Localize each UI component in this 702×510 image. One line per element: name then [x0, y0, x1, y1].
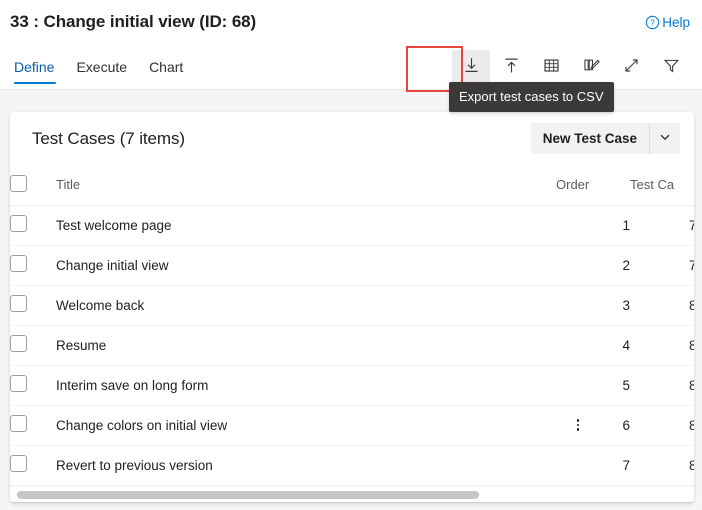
test-cases-grid[interactable]: Title Order Test Ca Test welcome page 1 …: [10, 165, 694, 487]
row-select-cell: [10, 325, 56, 366]
row-checkbox[interactable]: [10, 455, 27, 472]
funnel-icon: [662, 56, 681, 78]
expand-button[interactable]: [612, 50, 650, 84]
row-order-value: 1: [622, 217, 630, 233]
table-header: Title Order Test Ca: [10, 165, 694, 206]
tab-chart-label: Chart: [149, 58, 184, 75]
question-circle-icon: ?: [645, 15, 660, 30]
tab-chart[interactable]: Chart: [138, 44, 194, 89]
row-select-cell: [10, 405, 56, 446]
row-overflow-menu-button[interactable]: [570, 414, 586, 436]
row-testcase-id: 82: [630, 365, 694, 406]
table-body: Test welcome page 1 76 Change initial vi…: [10, 205, 694, 486]
new-test-case-dropdown-button[interactable]: [650, 123, 680, 154]
row-order-cell: 6: [556, 405, 630, 446]
row-order-cell: 5: [556, 365, 630, 406]
card-header: Test Cases (7 items) New Test Case: [10, 112, 694, 165]
row-order-cell: 1: [556, 205, 630, 246]
new-test-case-split-button: New Test Case: [530, 123, 680, 154]
row-order-cell: 2: [556, 245, 630, 286]
row-testcase-id: 84: [630, 445, 694, 486]
card-header-actions: New Test Case: [530, 123, 680, 154]
row-order-value: 2: [622, 257, 630, 273]
bulk-edit-button[interactable]: [572, 50, 610, 84]
table-row[interactable]: Test welcome page 1 76: [10, 205, 694, 246]
tab-define-label: Define: [14, 58, 55, 75]
new-test-case-button[interactable]: New Test Case: [531, 123, 649, 154]
row-title: Welcome back: [56, 285, 556, 326]
row-testcase-id: 79: [630, 245, 694, 286]
row-title: Test welcome page: [56, 205, 556, 246]
import-csv-button[interactable]: [492, 50, 530, 84]
row-title: Resume: [56, 325, 556, 366]
header-actions: ? Help: [645, 15, 690, 30]
help-label: Help: [662, 14, 690, 30]
columns-pencil-icon: [582, 56, 601, 78]
app-header: 33 : Change initial view (ID: 68) ? Help: [0, 0, 702, 44]
row-title: Interim save on long form: [56, 365, 556, 406]
diagonal-arrows-icon: [622, 56, 641, 78]
row-select-cell: [10, 285, 56, 326]
table-row[interactable]: Change initial view 2 79: [10, 245, 694, 286]
export-csv-button[interactable]: [452, 49, 490, 84]
select-all-checkbox[interactable]: [10, 174, 27, 192]
column-header-testcase-id[interactable]: Test Ca: [630, 165, 694, 206]
row-checkbox[interactable]: [10, 335, 27, 352]
table-row[interactable]: Revert to previous version 7 84: [10, 445, 694, 486]
row-order-cell: 7: [556, 445, 630, 486]
upload-arrow-icon: [502, 56, 521, 78]
row-select-cell: [10, 445, 56, 486]
row-title: Change colors on initial view: [56, 405, 556, 446]
row-title: Change initial view: [56, 245, 556, 286]
tab-define[interactable]: Define: [12, 44, 65, 89]
export-csv-tooltip: Export test cases to CSV: [449, 82, 614, 112]
table-row[interactable]: Change colors on initial view 6 83: [10, 405, 694, 446]
row-checkbox[interactable]: [10, 215, 27, 232]
table-row[interactable]: Interim save on long form 5 82: [10, 365, 694, 406]
row-order-value: 7: [622, 457, 630, 473]
row-checkbox[interactable]: [10, 295, 27, 312]
column-header-title[interactable]: Title: [56, 165, 556, 206]
more-vertical-icon: [570, 414, 586, 436]
tab-execute-label: Execute: [76, 58, 128, 75]
tab-execute[interactable]: Execute: [65, 44, 138, 89]
download-arrow-icon: [462, 56, 481, 78]
svg-text:?: ?: [650, 18, 655, 27]
row-testcase-id: 80: [630, 285, 694, 326]
row-order-cell: 3: [556, 285, 630, 326]
table-row[interactable]: Resume 4 81: [10, 325, 694, 366]
filter-button[interactable]: [652, 50, 690, 84]
row-select-cell: [10, 205, 56, 246]
row-select-cell: [10, 245, 56, 286]
row-testcase-id: 76: [630, 205, 694, 246]
row-testcase-id: 81: [630, 325, 694, 366]
help-link[interactable]: ? Help: [645, 15, 690, 30]
row-title: Revert to previous version: [56, 445, 556, 486]
row-order-value: 5: [622, 377, 630, 393]
grid-view-button[interactable]: [532, 50, 570, 84]
row-checkbox[interactable]: [10, 415, 27, 432]
row-order-cell: 4: [556, 325, 630, 366]
card-title: Test Cases (7 items): [32, 128, 185, 148]
column-header-order[interactable]: Order: [556, 165, 630, 206]
test-cases-table: Title Order Test Ca Test welcome page 1 …: [10, 165, 694, 486]
table-row[interactable]: Welcome back 3 80: [10, 285, 694, 326]
page-title: 33 : Change initial view (ID: 68): [10, 12, 257, 31]
row-order-value: 6: [622, 417, 630, 433]
row-order-value: 3: [622, 297, 630, 313]
horizontal-scrollbar[interactable]: [10, 486, 694, 502]
header-row: Title Order Test Ca: [10, 165, 694, 206]
row-testcase-id: 83: [630, 405, 694, 446]
horizontal-scrollbar-thumb[interactable]: [17, 491, 479, 499]
row-checkbox[interactable]: [10, 375, 27, 392]
row-select-cell: [10, 365, 56, 406]
select-all-header: [10, 165, 56, 206]
row-checkbox[interactable]: [10, 255, 27, 272]
tab-list: Define Execute Chart: [0, 44, 194, 89]
row-order-value: 4: [622, 337, 630, 353]
test-cases-card: Test Cases (7 items) New Test Case Title…: [10, 112, 694, 502]
table-grid-icon: [542, 56, 561, 78]
chevron-down-icon: [659, 131, 671, 146]
